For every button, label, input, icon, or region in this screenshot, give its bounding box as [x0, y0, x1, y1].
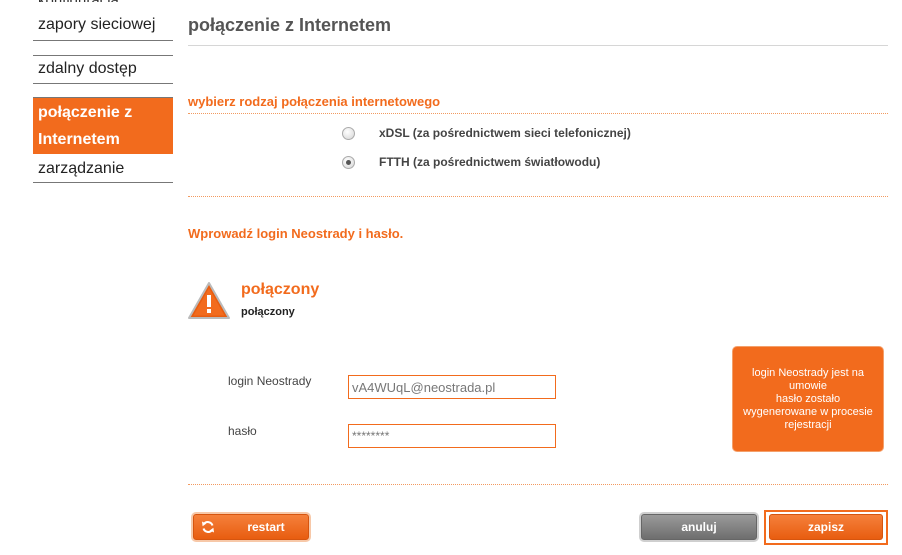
- save-button[interactable]: zapisz: [769, 514, 883, 540]
- ftth-radio[interactable]: [342, 155, 355, 169]
- sidebar-divider: [33, 182, 173, 183]
- password-input[interactable]: [348, 424, 556, 448]
- sidebar-item-label: Internetem: [38, 131, 120, 148]
- info-box: login Neostrady jest na umowie hasło zos…: [733, 347, 883, 451]
- cancel-button[interactable]: anuluj: [641, 514, 757, 540]
- sidebar-item-label: połączenie z: [38, 104, 133, 121]
- warning-triangle-icon: [188, 282, 230, 319]
- xdsl-radio[interactable]: [342, 126, 355, 140]
- title-divider: [188, 45, 888, 46]
- restart-label: restart: [247, 520, 285, 534]
- login-label: login Neostrady: [228, 374, 312, 388]
- dotted-divider: [188, 484, 888, 485]
- login-input[interactable]: [348, 375, 556, 399]
- status-subtitle: połączony: [241, 306, 295, 318]
- status-title: połączony: [241, 281, 320, 298]
- credentials-heading: Wprowadź login Neostrady i hasło.: [188, 226, 404, 241]
- sidebar-item-remote-access[interactable]: zdalny dostęp: [33, 55, 173, 83]
- info-line: login Neostrady jest na umowie: [752, 366, 864, 392]
- page-title: połączenie z Internetem: [188, 15, 392, 35]
- ftth-label[interactable]: FTTH (za pośrednictwem światłowodu): [379, 155, 600, 169]
- refresh-icon: [202, 521, 214, 533]
- sidebar-item-internet-connection[interactable]: połączenie z Internetem: [33, 98, 173, 154]
- dotted-divider: [188, 113, 888, 114]
- info-line: hasło zostało wygenerowane w procesie re…: [743, 392, 873, 431]
- option-xdsl[interactable]: xDSL (za pośrednictwem sieci telefoniczn…: [342, 126, 631, 140]
- cancel-label: anuluj: [681, 520, 717, 534]
- restart-button[interactable]: restart: [193, 514, 309, 540]
- dotted-divider: [188, 196, 888, 197]
- sidebar-item-firewall[interactable]: zapory sieciowej: [33, 10, 173, 40]
- sidebar-divider: [33, 83, 173, 84]
- xdsl-label[interactable]: xDSL (za pośrednictwem sieci telefoniczn…: [379, 126, 631, 140]
- sidebar-item-configuration-partial[interactable]: konfiguracja: [33, 0, 173, 2]
- sidebar-item-management[interactable]: zarządzanie: [33, 155, 173, 182]
- sidebar-divider: [33, 40, 173, 41]
- connection-type-heading: wybierz rodzaj połączenia internetowego: [188, 94, 441, 109]
- password-label: hasło: [228, 424, 257, 438]
- save-label: zapisz: [807, 520, 844, 534]
- option-ftth[interactable]: FTTH (za pośrednictwem światłowodu): [342, 155, 600, 169]
